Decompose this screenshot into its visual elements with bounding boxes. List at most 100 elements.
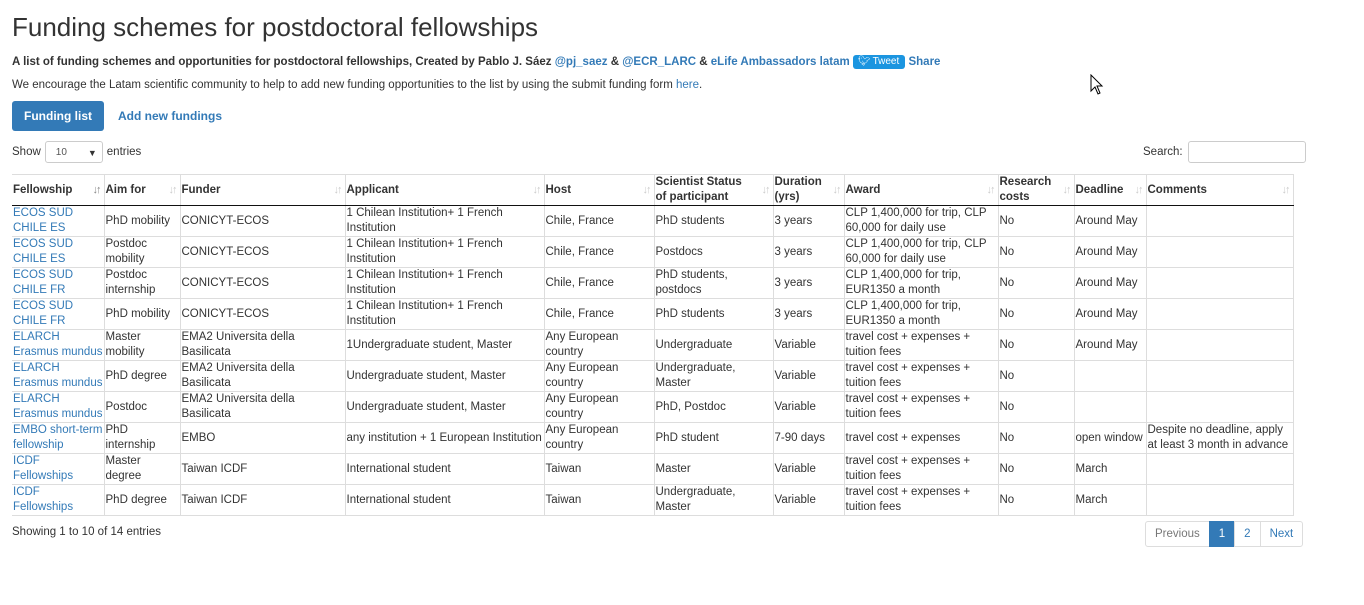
- next-button[interactable]: Next: [1259, 521, 1304, 547]
- table-cell: PhD students, postdocs: [653, 267, 773, 299]
- cell-text: travel cost + expenses + tuition fees: [845, 331, 971, 358]
- column-header[interactable]: Host ↓↑: [543, 174, 654, 206]
- table-cell: Postdoc: [103, 391, 180, 423]
- fellowship-link[interactable]: ELARCH Erasmus mundus: [13, 393, 102, 420]
- table-cell: Around May: [1073, 205, 1146, 237]
- column-header[interactable]: Aim for ↓↑: [103, 174, 180, 206]
- table-cell: No: [997, 236, 1074, 268]
- ecr-larc-link[interactable]: @ECR_LARC: [622, 56, 696, 68]
- table-cell: PhD, Postdoc: [653, 391, 773, 423]
- column-header[interactable]: Applicant ↓↑: [344, 174, 544, 206]
- table-cell: No: [997, 453, 1074, 485]
- column-header-label: Fellowship: [13, 183, 73, 196]
- table-cell: Any European country: [543, 329, 654, 361]
- cell-text: CONICYT-ECOS: [181, 214, 270, 227]
- submit-form-link[interactable]: here: [676, 79, 699, 91]
- table-cell: PhD mobility: [103, 298, 180, 330]
- table-cell: CONICYT-ECOS: [179, 267, 345, 299]
- table-cell: 3 years: [772, 298, 844, 330]
- table-cell: travel cost + expenses + tuition fees: [843, 484, 998, 516]
- cell-text: Chile, France: [545, 214, 614, 227]
- column-header[interactable]: Award ↓↑: [843, 174, 998, 206]
- tabs: Funding list Add new fundings: [12, 101, 222, 131]
- table-cell: Variable: [772, 329, 844, 361]
- table-cell: No: [997, 205, 1074, 237]
- cell-text: EMA2 Universita della Basilicata: [181, 331, 295, 358]
- fellowship-link[interactable]: ECOS SUD CHILE FR: [13, 269, 73, 296]
- table-row: EMBO short-term fellowship PhD internship…: [12, 422, 1294, 454]
- cell-text: 1 Chilean Institution+ 1 French Institut…: [346, 238, 503, 265]
- table-cell: Postdoc internship: [103, 267, 180, 299]
- fellowship-link[interactable]: ELARCH Erasmus mundus: [13, 331, 102, 358]
- table-cell: CLP 1,400,000 for trip, CLP 60,000 for d…: [843, 205, 998, 237]
- fellowship-link[interactable]: ELARCH Erasmus mundus: [13, 362, 102, 389]
- column-header-label: Aim for: [105, 183, 146, 196]
- cell-text: travel cost + expenses + tuition fees: [845, 393, 971, 420]
- pj-saez-link[interactable]: @pj_saez: [555, 56, 608, 68]
- table-cell: Despite no deadline, apply at least 3 mo…: [1145, 422, 1294, 454]
- cell-text: 3 years: [774, 307, 813, 320]
- column-header[interactable]: Funder ↓↑: [179, 174, 345, 206]
- table-cell: ECOS SUD CHILE FR: [12, 267, 104, 299]
- sort-icon: ↓↑: [986, 184, 996, 196]
- tab-add-new-fundings[interactable]: Add new fundings: [118, 109, 222, 123]
- cell-text: PhD students: [655, 307, 725, 320]
- table-cell: No: [997, 391, 1074, 423]
- page-1-button[interactable]: 1: [1208, 521, 1236, 547]
- table-cell: No: [997, 484, 1074, 516]
- tab-funding-list[interactable]: Funding list: [12, 101, 104, 131]
- cell-text: Variable: [774, 400, 816, 413]
- cell-text: Undergraduate, Master: [655, 486, 736, 513]
- fellowship-link[interactable]: EMBO short-term fellowship: [13, 424, 102, 451]
- cell-text: Taiwan: [545, 493, 582, 506]
- cell-text: 3 years: [774, 214, 813, 227]
- funding-table: Fellowship ↓↑ Aim for ↓↑ Funder ↓↑ Applicant ↓↑…: [12, 174, 1294, 516]
- cell-text: Undergraduate, Master: [655, 362, 736, 389]
- sort-icon: ↓↑: [642, 184, 652, 196]
- column-header-label: Funder: [181, 183, 221, 196]
- cell-text: PhD, Postdoc: [655, 400, 726, 413]
- table-cell: Variable: [772, 360, 844, 392]
- column-header[interactable]: Comments ↓↑: [1145, 174, 1294, 206]
- cell-text: Around May: [1075, 214, 1138, 227]
- fellowship-link[interactable]: ECOS SUD CHILE ES: [13, 207, 73, 234]
- entries-select-value: 10: [55, 147, 67, 158]
- column-header[interactable]: Deadline ↓↑: [1073, 174, 1146, 206]
- cell-text: 1 Chilean Institution+ 1 French Institut…: [346, 269, 503, 296]
- table-cell: travel cost + expenses: [843, 422, 998, 454]
- table-cell: ECOS SUD CHILE ES: [12, 236, 104, 268]
- column-header[interactable]: Fellowship ↓↑: [12, 174, 104, 206]
- table-cell: Postdoc mobility: [103, 236, 180, 268]
- cell-text: PhD students: [655, 214, 725, 227]
- table-cell: [1145, 298, 1294, 330]
- cell-text: 1Undergraduate student, Master: [346, 338, 513, 351]
- table-cell: PhD degree: [103, 484, 180, 516]
- sort-icon: ↓↑: [532, 184, 542, 196]
- table-cell: [1073, 391, 1146, 423]
- cell-text: Taiwan ICDF: [181, 493, 248, 506]
- elife-ambassadors-link[interactable]: eLife Ambassadors latam: [711, 56, 850, 68]
- table-cell: ECOS SUD CHILE FR: [12, 298, 104, 330]
- fellowship-link[interactable]: ICDF Fellowships: [13, 486, 73, 513]
- page-2-button[interactable]: 2: [1234, 521, 1261, 547]
- table-cell: Undergraduate: [653, 329, 773, 361]
- table-cell: open window: [1073, 422, 1146, 454]
- cell-text: travel cost + expenses + tuition fees: [845, 362, 971, 389]
- tweet-button[interactable]: 🐦︎ Tweet: [852, 55, 906, 69]
- cell-text: PhD mobility: [105, 307, 171, 320]
- share-link[interactable]: Share: [908, 56, 940, 68]
- table-body: ECOS SUD CHILE ES PhD mobility CONICYT-ECO…: [12, 205, 1294, 516]
- column-header[interactable]: Duration (yrs) ↓↑: [772, 174, 844, 206]
- fellowship-link[interactable]: ECOS SUD CHILE FR: [13, 300, 73, 327]
- table-cell: International student: [344, 453, 544, 485]
- previous-button[interactable]: Previous: [1145, 521, 1210, 547]
- fellowship-link[interactable]: ECOS SUD CHILE ES: [13, 238, 73, 265]
- sort-icon: ↓↑: [1062, 184, 1072, 196]
- column-header[interactable]: Research costs ↓↑: [997, 174, 1074, 206]
- table-cell: EMBO: [179, 422, 345, 454]
- table-row: ELARCH Erasmus mundus Postdoc EMA2 Univers…: [12, 391, 1294, 423]
- search-input[interactable]: [1187, 141, 1306, 163]
- fellowship-link[interactable]: ICDF Fellowships: [13, 455, 73, 482]
- column-header[interactable]: Scientist Status of participant ↓↑: [653, 174, 773, 206]
- entries-select[interactable]: 10 ▼: [44, 141, 103, 163]
